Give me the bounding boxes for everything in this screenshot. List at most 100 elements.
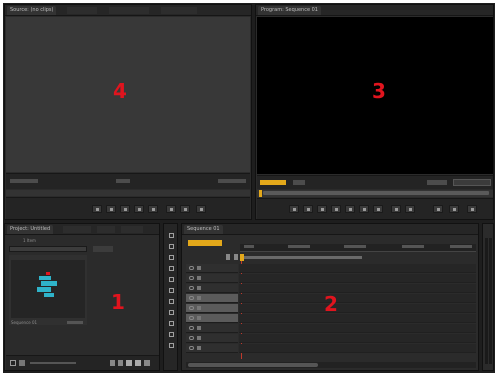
source-viewer[interactable]: [6, 17, 250, 172]
delete-icon[interactable]: [144, 360, 150, 366]
program-go-to-in-button[interactable]: [317, 205, 327, 213]
source-mark-out-button[interactable]: [106, 205, 116, 213]
source-mark-in-button[interactable]: [92, 205, 102, 213]
tab-project[interactable]: Project: Untitled: [7, 225, 54, 234]
lock-icon[interactable]: [197, 306, 201, 310]
program-playhead[interactable]: [259, 190, 262, 197]
tab-info[interactable]: [97, 226, 115, 233]
tab-source-monitor[interactable]: Source: (no clips): [7, 6, 57, 15]
slip-tool-icon[interactable]: [167, 298, 176, 305]
eye-icon[interactable]: [189, 336, 194, 340]
selection-tool-icon[interactable]: [167, 232, 176, 239]
track-lane[interactable]: [239, 274, 476, 283]
lock-icon[interactable]: [197, 326, 201, 330]
track-header[interactable]: [186, 324, 238, 333]
eye-icon[interactable]: [189, 316, 194, 320]
eye-icon[interactable]: [189, 346, 194, 350]
list-view-icon[interactable]: [10, 360, 16, 366]
program-scrub-bar[interactable]: [257, 190, 493, 197]
lock-icon[interactable]: [197, 336, 201, 340]
track-lane[interactable]: [239, 294, 476, 303]
track-header[interactable]: [186, 304, 238, 313]
program-step-forward-button[interactable]: [359, 205, 369, 213]
program-fit-select[interactable]: [293, 180, 305, 185]
project-search-input[interactable]: [9, 246, 87, 252]
pen-tool-icon[interactable]: [167, 320, 176, 327]
eye-icon[interactable]: [189, 306, 194, 310]
project-clip-thumbnail[interactable]: [11, 260, 85, 318]
track-lane[interactable]: [239, 314, 476, 323]
tab-program-monitor[interactable]: Program: Sequence 01: [258, 6, 321, 15]
scrollbar-thumb[interactable]: [188, 363, 318, 367]
lock-icon[interactable]: [197, 286, 201, 290]
tab-sequence-01[interactable]: Sequence 01: [184, 225, 223, 234]
source-play-button[interactable]: [134, 205, 144, 213]
zoom-tool-icon[interactable]: [167, 342, 176, 349]
rolling-edit-tool-icon[interactable]: [167, 265, 176, 272]
program-settings-button[interactable]: [449, 205, 459, 213]
eye-icon[interactable]: [189, 296, 194, 300]
track-lane[interactable]: [239, 304, 476, 313]
timeline-horizontal-scrollbar[interactable]: [186, 362, 476, 368]
snap-icon[interactable]: [226, 254, 230, 260]
eye-icon[interactable]: [189, 266, 194, 270]
track-header[interactable]: [186, 264, 238, 273]
track-header[interactable]: [186, 344, 238, 353]
ripple-edit-tool-icon[interactable]: [167, 254, 176, 261]
source-overwrite-button[interactable]: [180, 205, 190, 213]
program-mark-out-button[interactable]: [303, 205, 313, 213]
find-icon[interactable]: [118, 360, 123, 366]
track-lane[interactable]: [239, 344, 476, 353]
program-step-back-button[interactable]: [331, 205, 341, 213]
tab-audio-mixer[interactable]: [109, 7, 149, 14]
track-lane[interactable]: [239, 324, 476, 333]
new-bin-icon[interactable]: [126, 360, 132, 366]
lock-icon[interactable]: [197, 346, 201, 350]
source-scrub-bar[interactable]: [6, 190, 250, 196]
program-mark-in-button[interactable]: [289, 205, 299, 213]
track-header[interactable]: [186, 274, 238, 283]
track-header[interactable]: [186, 284, 238, 293]
razor-tool-icon[interactable]: [167, 287, 176, 294]
lock-icon[interactable]: [197, 316, 201, 320]
tab-metadata[interactable]: [161, 7, 197, 14]
source-step-back-button[interactable]: [120, 205, 130, 213]
track-header[interactable]: [186, 334, 238, 343]
automate-to-sequence-icon[interactable]: [110, 360, 115, 366]
program-export-frame-button[interactable]: [433, 205, 443, 213]
track-select-tool-icon[interactable]: [167, 243, 176, 250]
program-lift-button[interactable]: [391, 205, 401, 213]
track-header[interactable]: [186, 294, 238, 303]
track-lane[interactable]: [239, 334, 476, 343]
program-view-buttons[interactable]: [453, 179, 491, 186]
hand-tool-icon[interactable]: [167, 331, 176, 338]
track-lane[interactable]: [239, 264, 476, 273]
new-item-icon[interactable]: [135, 360, 141, 366]
eye-icon[interactable]: [189, 326, 194, 330]
tab-effects[interactable]: [121, 226, 143, 233]
tab-media-browser[interactable]: [63, 226, 91, 233]
program-play-button[interactable]: [345, 205, 355, 213]
lock-icon[interactable]: [197, 276, 201, 280]
project-in-select[interactable]: [93, 246, 113, 252]
eye-icon[interactable]: [189, 286, 194, 290]
rate-stretch-tool-icon[interactable]: [167, 276, 176, 283]
icon-view-icon[interactable]: [19, 360, 25, 366]
source-zoom-select[interactable]: [116, 179, 130, 183]
work-area-bar[interactable]: [244, 256, 362, 259]
program-extract-button[interactable]: [405, 205, 415, 213]
slide-tool-icon[interactable]: [167, 309, 176, 316]
timeline-ruler[interactable]: [240, 244, 476, 252]
source-step-forward-button[interactable]: [148, 205, 158, 213]
track-header[interactable]: [186, 314, 238, 323]
zoom-slider[interactable]: [30, 362, 76, 364]
lock-icon[interactable]: [197, 266, 201, 270]
lock-icon[interactable]: [197, 296, 201, 300]
track-lane[interactable]: [239, 284, 476, 293]
add-marker-icon[interactable]: [234, 254, 238, 260]
tab-effect-controls[interactable]: [67, 7, 97, 14]
program-more-button[interactable]: [467, 205, 477, 213]
program-go-to-out-button[interactable]: [373, 205, 383, 213]
source-insert-button[interactable]: [166, 205, 176, 213]
eye-icon[interactable]: [189, 276, 194, 280]
